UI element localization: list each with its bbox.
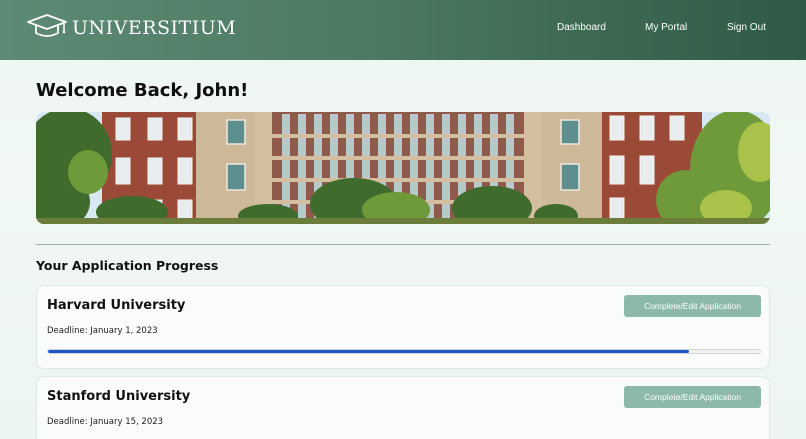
application-deadline: Deadline: January 15, 2023 bbox=[47, 417, 164, 427]
application-progress-bar bbox=[47, 349, 761, 354]
application-card-stanford: Stanford University Deadline: January 15… bbox=[36, 376, 770, 439]
nav-sign-out-link[interactable]: Sign Out bbox=[727, 22, 766, 33]
application-progress-heading: Your Application Progress bbox=[36, 258, 219, 273]
nav-dashboard-link[interactable]: Dashboard bbox=[557, 22, 606, 33]
complete-edit-application-button[interactable]: Complete/Edit Application bbox=[624, 295, 761, 317]
university-name: Harvard University bbox=[47, 298, 186, 313]
application-progress-fill bbox=[48, 350, 689, 353]
application-deadline: Deadline: January 1, 2023 bbox=[47, 326, 158, 336]
top-navigation-bar: UNIVERSITIUM Dashboard My Portal Sign Ou… bbox=[0, 0, 806, 60]
section-divider bbox=[36, 244, 770, 245]
graduation-cap-icon bbox=[26, 12, 68, 44]
campus-banner-image bbox=[36, 112, 770, 224]
nav-my-portal-link[interactable]: My Portal bbox=[645, 22, 687, 33]
brand-name: UNIVERSITIUM bbox=[72, 17, 237, 39]
brand-logo[interactable]: UNIVERSITIUM bbox=[26, 13, 236, 43]
complete-edit-application-button[interactable]: Complete/Edit Application bbox=[624, 386, 761, 408]
welcome-heading: Welcome Back, John! bbox=[36, 80, 249, 101]
university-name: Stanford University bbox=[47, 389, 191, 404]
application-card-harvard: Harvard University Deadline: January 1, … bbox=[36, 285, 770, 369]
